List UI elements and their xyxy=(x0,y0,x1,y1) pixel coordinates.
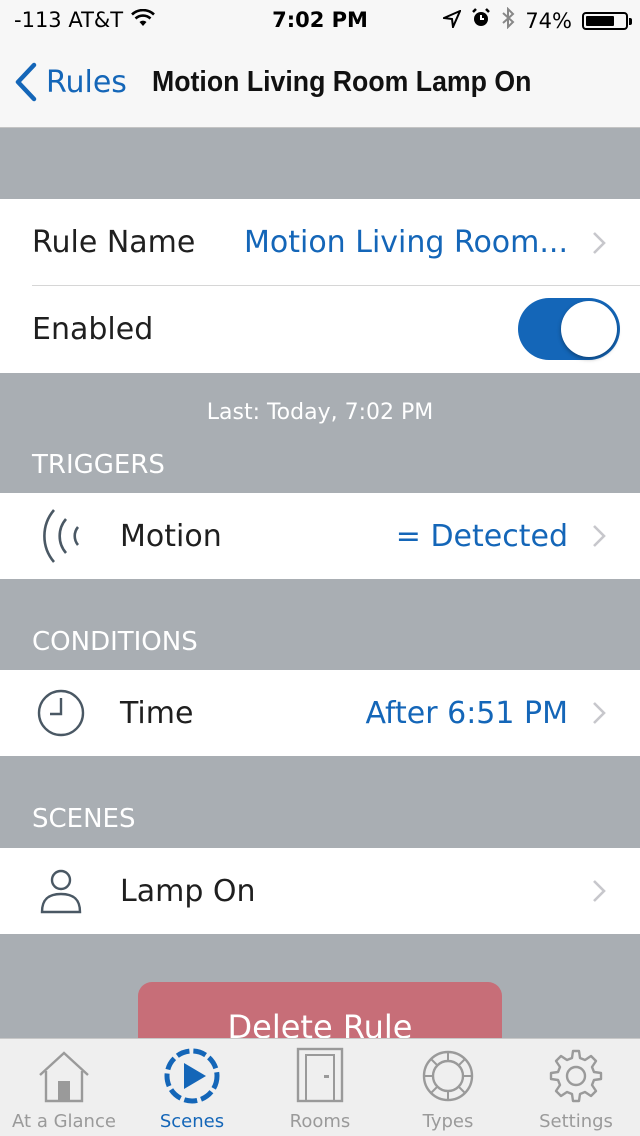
chevron-right-icon xyxy=(593,702,606,724)
scene-label: Lamp On xyxy=(120,873,256,909)
rule-name-value: Motion Living Room... xyxy=(243,225,568,260)
back-button[interactable]: Rules xyxy=(14,62,127,102)
trigger-row-motion[interactable]: Motion = Detected xyxy=(0,493,640,579)
scene-row-lamp-on[interactable]: Lamp On xyxy=(0,848,640,934)
door-icon xyxy=(296,1047,344,1103)
enabled-row: Enabled xyxy=(0,286,640,373)
rule-name-row[interactable]: Rule Name Motion Living Room... xyxy=(0,199,640,286)
tab-label: Scenes xyxy=(159,1111,225,1132)
trigger-value: = Detected xyxy=(395,518,568,554)
chevron-right-icon xyxy=(593,231,606,254)
status-bar: -113 AT&T 7:02 PM 74% xyxy=(0,0,640,40)
tab-label: Settings xyxy=(539,1111,613,1132)
tab-types[interactable]: Types xyxy=(384,1039,512,1136)
back-label: Rules xyxy=(46,64,127,100)
enabled-toggle[interactable] xyxy=(518,298,620,360)
page-title: Motion Living Room Lamp On xyxy=(152,66,532,98)
tab-scenes[interactable]: Scenes xyxy=(128,1039,256,1136)
person-icon xyxy=(40,869,82,914)
motion-waves-icon xyxy=(43,509,80,563)
tab-label: Rooms xyxy=(289,1111,351,1132)
condition-label: Time xyxy=(120,695,194,731)
tab-settings[interactable]: Settings xyxy=(512,1039,640,1136)
battery-fill xyxy=(586,15,615,26)
battery-percent: 74% xyxy=(525,8,572,33)
last-run-text: Last: Today, 7:02 PM xyxy=(206,400,434,425)
chevron-left-icon xyxy=(15,62,37,102)
gear-icon xyxy=(549,1049,603,1103)
tab-label: At a Glance xyxy=(12,1111,116,1132)
alarm-icon xyxy=(471,8,491,33)
tab-bar: At a Glance Scenes Rooms Types Settings xyxy=(0,1038,640,1136)
condition-value: After 6:51 PM xyxy=(365,695,568,731)
status-right-group: 74% xyxy=(440,6,632,34)
condition-row-time[interactable]: Time After 6:51 PM xyxy=(0,670,640,756)
scenes-header: SCENES xyxy=(32,804,136,834)
navigation-bar: Rules Motion Living Room Lamp On xyxy=(0,40,640,128)
rule-name-label: Rule Name xyxy=(32,225,196,260)
bluetooth-icon xyxy=(501,6,515,34)
battery-icon xyxy=(582,11,632,30)
toggle-knob xyxy=(561,301,617,357)
enabled-label: Enabled xyxy=(32,312,154,347)
triggers-header: TRIGGERS xyxy=(32,450,165,480)
clock-icon xyxy=(37,689,85,737)
tab-at-a-glance[interactable]: At a Glance xyxy=(0,1039,128,1136)
tab-rooms[interactable]: Rooms xyxy=(256,1039,384,1136)
trigger-label: Motion xyxy=(120,518,222,554)
conditions-header: CONDITIONS xyxy=(32,627,198,657)
play-circle-icon xyxy=(164,1048,220,1104)
chevron-right-icon xyxy=(593,880,606,902)
chevron-right-icon xyxy=(593,525,606,547)
house-icon xyxy=(39,1051,89,1103)
tab-label: Types xyxy=(422,1111,474,1132)
location-arrow-icon xyxy=(440,8,463,33)
ring-icon xyxy=(422,1050,474,1102)
